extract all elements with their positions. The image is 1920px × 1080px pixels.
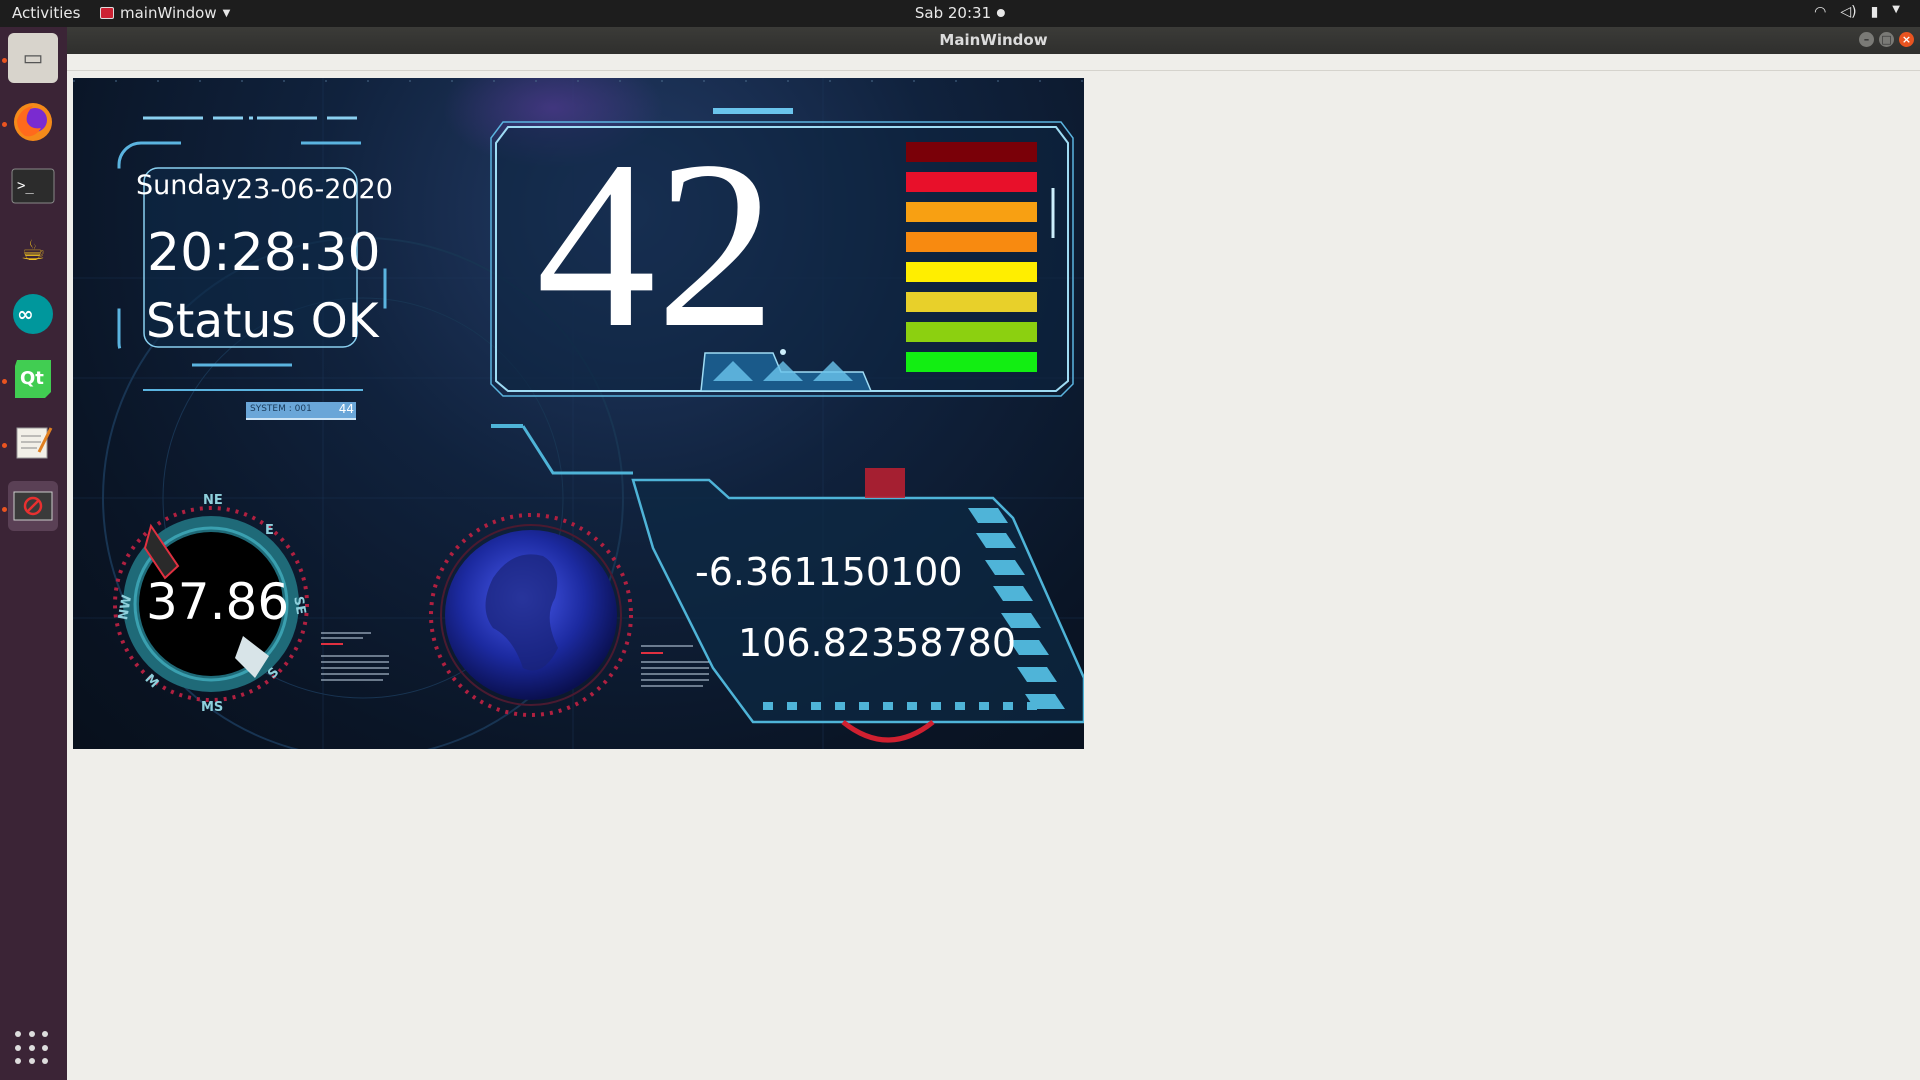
level-bars [906,142,1037,382]
stop-app-icon[interactable] [8,481,58,531]
compass-ne-label: NE [203,493,223,508]
battery-icon[interactable]: ▮ [1871,4,1879,20]
system-value: 44 [338,402,354,416]
hud-dashboard: NE E SE S MS M NW Sunday 23-06-2020 20:2… [73,78,1084,749]
level-bar [906,262,1037,282]
latitude-value: -6.361150100 [695,550,963,594]
teapot-icon[interactable]: ☕ [8,225,58,275]
clock-text: Sab 20:31 [914,4,992,22]
svg-text:Qt: Qt [20,368,44,389]
window-title: MainWindow [939,31,1048,49]
qt-creator-icon[interactable]: Qt [8,353,58,403]
system-label: SYSTEM : 001 [250,404,312,414]
running-indicator-icon [2,379,7,384]
window-app-icon [100,7,114,19]
date-label: 23-06-2020 [236,174,393,205]
firefox-icon[interactable] [8,97,58,147]
running-indicator-icon [2,122,7,127]
status-label: Status OK [146,294,379,349]
level-bar [906,202,1037,222]
terminal-icon[interactable]: >_ [8,161,58,211]
compass-e-label: E [265,523,274,538]
minimize-icon[interactable]: – [1859,32,1874,47]
level-bar [906,292,1037,312]
chevron-down-icon[interactable]: ▼ [1892,4,1900,20]
big-value-display: 42 [536,111,776,377]
wifi-icon[interactable]: ◠ [1814,4,1826,20]
maximize-icon[interactable]: □ [1879,32,1894,47]
window-title-bar[interactable]: MainWindow – □ × [67,27,1920,54]
menu-strip [67,54,1920,71]
clock[interactable]: Sab 20:31 [914,4,1006,22]
speed-value: 37.86 [146,573,290,631]
arduino-icon[interactable]: ∞ [8,289,58,339]
files-icon[interactable]: ▭ [8,33,58,83]
dock: ▭ >_ ☕ ∞ Qt [0,27,67,1080]
notification-dot-icon [997,9,1006,17]
app-menu[interactable]: mainWindow ▼ [100,4,230,22]
compass-ms-label: MS [201,700,224,715]
level-bar [906,352,1037,372]
svg-text:>_: >_ [17,178,34,194]
system-indicator: SYSTEM : 001 44 [246,402,356,420]
svg-text:∞: ∞ [17,302,34,326]
show-applications-icon[interactable] [15,1031,51,1067]
level-bar [906,322,1037,342]
level-bar [906,232,1037,252]
level-bar [906,172,1037,192]
running-indicator-icon [2,507,7,512]
chevron-down-icon: ▼ [222,7,231,19]
running-indicator-icon [2,58,7,63]
running-indicator-icon [2,443,7,448]
longitude-value: 106.82358780 [738,621,1017,665]
level-bar [906,142,1037,162]
system-tray[interactable]: ◠ ◁) ▮ ▼ [1814,4,1900,20]
top-bar: Activities mainWindow ▼ Sab 20:31 ◠ ◁) ▮… [0,0,1920,27]
text-editor-icon[interactable] [8,417,58,467]
volume-icon[interactable]: ◁) [1840,4,1856,20]
day-label: Sunday [136,170,238,201]
close-icon[interactable]: × [1899,32,1914,47]
app-menu-label: mainWindow [120,4,217,22]
compass-se-label: SE [290,595,309,616]
activities-button[interactable]: Activities [12,4,80,22]
time-label: 20:28:30 [147,223,381,283]
